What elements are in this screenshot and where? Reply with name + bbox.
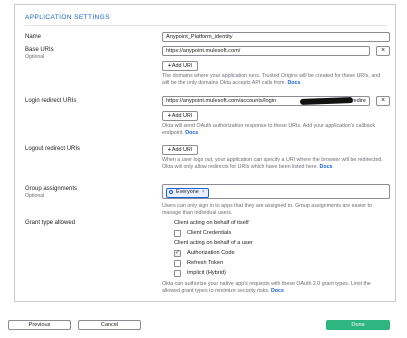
done-button[interactable]: Done xyxy=(326,320,390,330)
close-icon: × xyxy=(380,97,386,104)
grant-group-itself-label: Client acting on behalf of itself xyxy=(174,220,249,226)
grant-type-help: Okta can authorize your native app's req… xyxy=(162,281,371,294)
plus-icon: + xyxy=(167,147,171,153)
refresh-token-option[interactable]: Refresh Token xyxy=(174,260,223,267)
name-label: Name xyxy=(25,34,42,40)
logout-redirect-docs-link[interactable]: Docs xyxy=(320,164,333,170)
grant-type-label: Grant type allowed xyxy=(25,220,76,226)
authorization-code-checkbox[interactable]: ✓ xyxy=(174,250,181,257)
group-assignments-label: Group assignments Optional xyxy=(25,186,78,199)
group-assignments-help: Users can only sign in to apps that they… xyxy=(162,203,372,216)
plus-icon: + xyxy=(167,63,171,69)
logout-redirect-help: When a user logs out, your application c… xyxy=(162,157,383,170)
group-chip-everyone[interactable]: Everyone × xyxy=(166,188,209,198)
login-redirect-input[interactable]: https://anypoint.mulesoft.com/accounts/l… xyxy=(162,96,370,106)
group-icon xyxy=(169,190,173,194)
login-redirect-docs-link[interactable]: Docs xyxy=(185,130,198,136)
base-uris-label: Base URIs Optional xyxy=(25,47,54,60)
add-base-uri-button[interactable]: +Add URI xyxy=(162,61,198,71)
base-uri-input[interactable]: https://anypoint.mulesoft.com/ xyxy=(162,46,370,56)
plus-icon: + xyxy=(167,113,171,119)
application-settings-panel: APPLICATION SETTINGS Name Anypoint_Platf… xyxy=(14,4,396,302)
base-uris-help: The domains where your application runs.… xyxy=(162,73,381,86)
chip-remove-icon[interactable]: × xyxy=(202,189,205,195)
remove-login-redirect-button[interactable]: × xyxy=(376,96,390,106)
group-assignments-input[interactable]: Everyone × xyxy=(162,184,390,199)
cancel-button[interactable]: Cancel xyxy=(78,320,141,330)
base-uris-docs-link[interactable]: Docs xyxy=(287,80,300,86)
section-divider xyxy=(25,25,387,26)
section-title: APPLICATION SETTINGS xyxy=(25,14,110,21)
redacted-mark xyxy=(299,97,354,105)
logout-redirect-label: Logout redirect URIs xyxy=(25,146,81,152)
add-login-redirect-button[interactable]: +Add URI xyxy=(162,111,198,121)
implicit-hybrid-checkbox[interactable] xyxy=(174,270,181,277)
implicit-hybrid-option[interactable]: Implicit (Hybrid) xyxy=(174,270,226,277)
previous-button[interactable]: Previous xyxy=(8,320,71,330)
login-redirect-label: Login redirect URIs xyxy=(25,98,77,104)
add-logout-redirect-button[interactable]: +Add URI xyxy=(162,145,198,155)
login-redirect-help: Okta will send OAuth authorization respo… xyxy=(162,123,376,136)
client-credentials-checkbox[interactable] xyxy=(174,230,181,237)
grant-group-user-label: Client acting on behalf of a user xyxy=(174,240,253,246)
grant-type-docs-link[interactable]: Docs xyxy=(271,288,284,294)
name-input[interactable]: Anypoint_Platform_identity xyxy=(162,32,390,42)
close-icon: × xyxy=(380,47,386,54)
group-assignments-optional: Optional xyxy=(25,193,45,199)
refresh-token-checkbox[interactable] xyxy=(174,260,181,267)
client-credentials-option[interactable]: Client Credentials xyxy=(174,230,231,237)
base-uris-optional: Optional xyxy=(25,54,45,60)
remove-base-uri-button[interactable]: × xyxy=(376,46,390,56)
authorization-code-option[interactable]: ✓ Authorization Code xyxy=(174,250,235,257)
